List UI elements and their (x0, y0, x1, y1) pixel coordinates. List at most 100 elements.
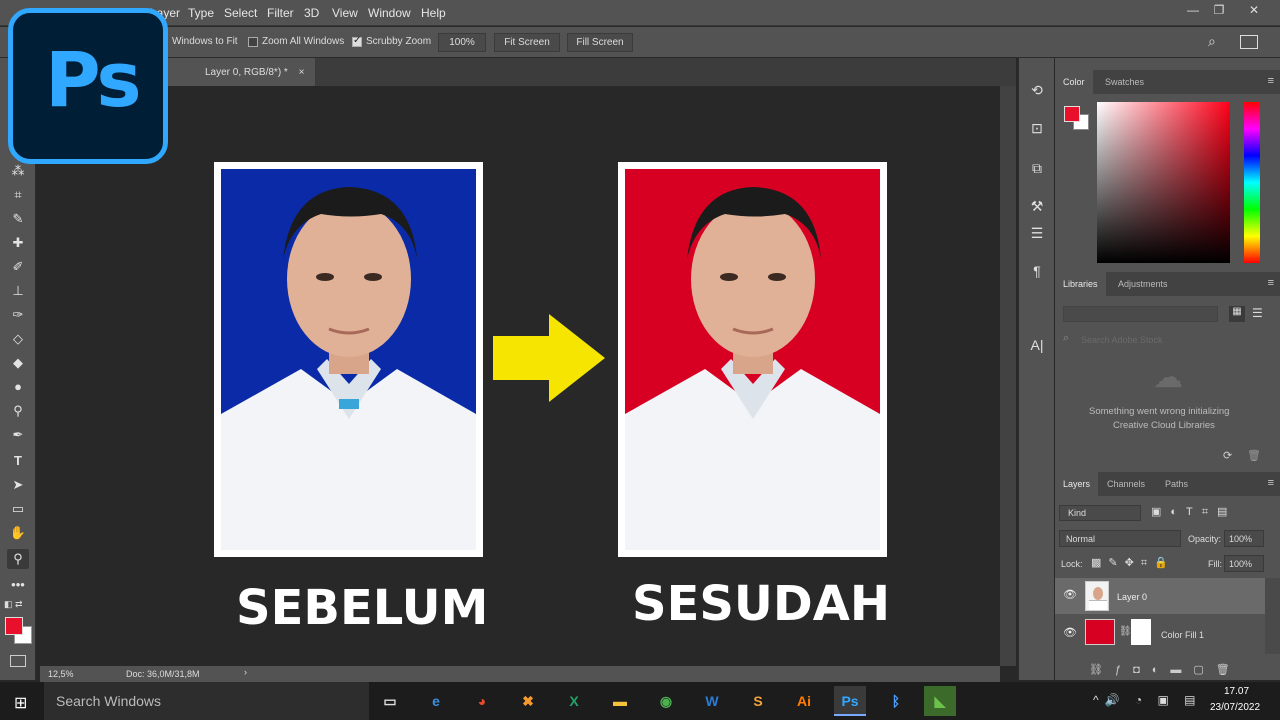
history-panel-icon[interactable]: ⟲ (1027, 80, 1047, 100)
eyedropper-tool-icon[interactable]: ✎ (7, 209, 29, 229)
close-icon[interactable]: ✕ (1243, 3, 1265, 19)
more-tools-icon[interactable]: ••• (7, 575, 29, 595)
hue-slider[interactable] (1244, 102, 1260, 263)
windows-start-icon[interactable]: ⊞ (14, 693, 27, 713)
sync-icon[interactable]: ⟳ (1223, 449, 1232, 462)
tab-paths[interactable]: Paths (1157, 472, 1196, 496)
app-icon[interactable]: ◕ (466, 686, 498, 716)
path-selection-tool-icon[interactable]: ➤ (7, 475, 29, 495)
bluetooth-icon[interactable]: ᛒ (880, 686, 912, 716)
system-tray-icons[interactable]: ^🔊 ◔ ▣ ▤ (1093, 693, 1202, 707)
visibility-eye-icon[interactable]: 👁 (1063, 626, 1077, 639)
chrome-icon[interactable]: ◉ (650, 686, 682, 716)
blend-mode-select[interactable]: Normal (1059, 530, 1181, 547)
hand-tool-icon[interactable]: ✋ (7, 523, 29, 543)
vertical-scrollbar[interactable] (1000, 86, 1016, 666)
file-explorer-icon[interactable]: ▬ (604, 686, 636, 716)
illustrator-icon[interactable]: Ai (788, 686, 820, 716)
layer-filter-select[interactable]: Kind (1059, 505, 1141, 521)
lock-icons[interactable]: ▩✎✥⌗🔒 (1091, 556, 1175, 570)
pen-tool-icon[interactable]: ✒ (7, 425, 29, 445)
tab-libraries[interactable]: Libraries (1055, 272, 1106, 296)
tab-adjustments[interactable]: Adjustments (1110, 272, 1176, 296)
rectangle-tool-icon[interactable]: ▭ (7, 499, 29, 519)
menu-select[interactable]: Select (224, 6, 257, 20)
tab-layers[interactable]: Layers (1055, 472, 1099, 496)
clock-date[interactable]: 23/07/2022 (1210, 702, 1260, 713)
color-field[interactable] (1097, 102, 1230, 263)
adjustments-icon[interactable]: ☰ (1027, 223, 1047, 243)
healing-brush-tool-icon[interactable]: ✚ (7, 233, 29, 253)
eraser-tool-icon[interactable]: ◇ (7, 329, 29, 349)
document-canvas[interactable]: SEBELUM SESUDAH (40, 86, 1000, 666)
zoom-tool-icon[interactable]: ⚲ (7, 549, 29, 569)
xampp-icon[interactable]: ✖ (512, 686, 544, 716)
visibility-eye-icon[interactable]: 👁 (1063, 588, 1077, 601)
status-menu-icon[interactable]: › (244, 667, 247, 677)
tab-color[interactable]: Color (1055, 70, 1093, 94)
magic-wand-tool-icon[interactable]: ⁂ (7, 161, 29, 181)
color-foreground-swatch[interactable] (1064, 106, 1080, 122)
layer-filter-icons[interactable]: ▣◐T⌗▤ (1151, 505, 1236, 519)
fill-input[interactable]: 100% (1224, 555, 1264, 572)
layers-scrollbar[interactable] (1265, 578, 1280, 654)
task-view-icon[interactable]: ▭ (374, 686, 406, 716)
clock-time[interactable]: 17.07 (1224, 686, 1249, 697)
excel-icon[interactable]: X (558, 686, 590, 716)
panel-menu-icon[interactable]: ≡ (1268, 75, 1274, 87)
layer-action-icons[interactable]: ⛓ƒ◘◐▬▢🗑 (1089, 663, 1242, 676)
zoom-all-checkbox[interactable] (248, 37, 258, 47)
character-icon[interactable]: A| (1027, 335, 1047, 355)
layer-row[interactable]: 👁 Layer 0 (1055, 578, 1265, 614)
tab-channels[interactable]: Channels (1099, 472, 1153, 496)
panel-menu-icon[interactable]: ≡ (1268, 477, 1274, 489)
menu-3d[interactable]: 3D (304, 6, 319, 20)
history-brush-tool-icon[interactable]: ✑ (7, 305, 29, 325)
layer-row[interactable]: 👁 ⛓ Color Fill 1 (1055, 616, 1265, 652)
paragraph-icon[interactable]: ¶ (1027, 261, 1047, 281)
zoom-level-text[interactable]: 12,5% (48, 669, 74, 679)
menu-help[interactable]: Help (421, 6, 446, 20)
default-colors-icon[interactable]: ◧ ⇄ (4, 599, 23, 610)
taskbar-search-input[interactable]: Search Windows (44, 682, 369, 720)
panel-menu-icon[interactable]: ≡ (1268, 277, 1274, 289)
tab-close-icon[interactable]: × (299, 67, 305, 78)
properties-panel-icon[interactable]: ⊡ (1027, 118, 1047, 138)
opacity-input[interactable]: 100% (1224, 530, 1264, 547)
quick-mask-icon[interactable] (10, 655, 26, 667)
tab-swatches[interactable]: Swatches (1097, 70, 1152, 94)
fill-screen-button[interactable]: Fill Screen (567, 33, 633, 52)
grid-view-icon[interactable]: ▦ (1229, 306, 1245, 322)
brush-settings-icon[interactable]: ⚒ (1027, 196, 1047, 216)
layer-name[interactable]: Layer 0 (1117, 592, 1147, 602)
app-icon[interactable]: ◣ (924, 686, 956, 716)
menu-filter[interactable]: Filter (267, 6, 294, 20)
word-icon[interactable]: W (696, 686, 728, 716)
paint-bucket-tool-icon[interactable]: ◆ (7, 353, 29, 373)
minimize-icon[interactable]: — (1182, 3, 1204, 19)
search-icon[interactable]: ⌕ (1208, 33, 1226, 51)
workspace-icon[interactable] (1240, 35, 1258, 49)
layer-name[interactable]: Color Fill 1 (1161, 630, 1204, 640)
sublime-icon[interactable]: S (742, 686, 774, 716)
type-tool-icon[interactable]: T (7, 451, 29, 471)
resize-windows-label[interactable]: Windows to Fit (172, 36, 238, 47)
foreground-color-swatch[interactable] (5, 617, 23, 635)
clone-source-icon[interactable]: ⧉ (1027, 158, 1047, 178)
library-select[interactable] (1063, 306, 1218, 322)
dodge-tool-icon[interactable]: ⚲ (7, 401, 29, 421)
menu-view[interactable]: View (332, 6, 358, 20)
blur-tool-icon[interactable]: ● (7, 377, 29, 397)
trash-icon[interactable]: 🗑 (1247, 449, 1261, 462)
fit-screen-button[interactable]: Fit Screen (494, 33, 560, 52)
menu-window[interactable]: Window (368, 6, 411, 20)
list-view-icon[interactable]: ☰ (1252, 306, 1263, 320)
brush-tool-icon[interactable]: ✐ (7, 257, 29, 277)
restore-icon[interactable]: ❐ (1208, 3, 1230, 19)
scrubby-zoom-checkbox[interactable] (352, 35, 362, 47)
edge-icon[interactable]: e (420, 686, 452, 716)
stock-search-input[interactable]: Search Adobe Stock (1059, 332, 1275, 350)
stamp-tool-icon[interactable]: ⊥ (7, 281, 29, 301)
crop-tool-icon[interactable]: ⌗ (7, 185, 29, 205)
menu-type[interactable]: Type (188, 6, 214, 20)
